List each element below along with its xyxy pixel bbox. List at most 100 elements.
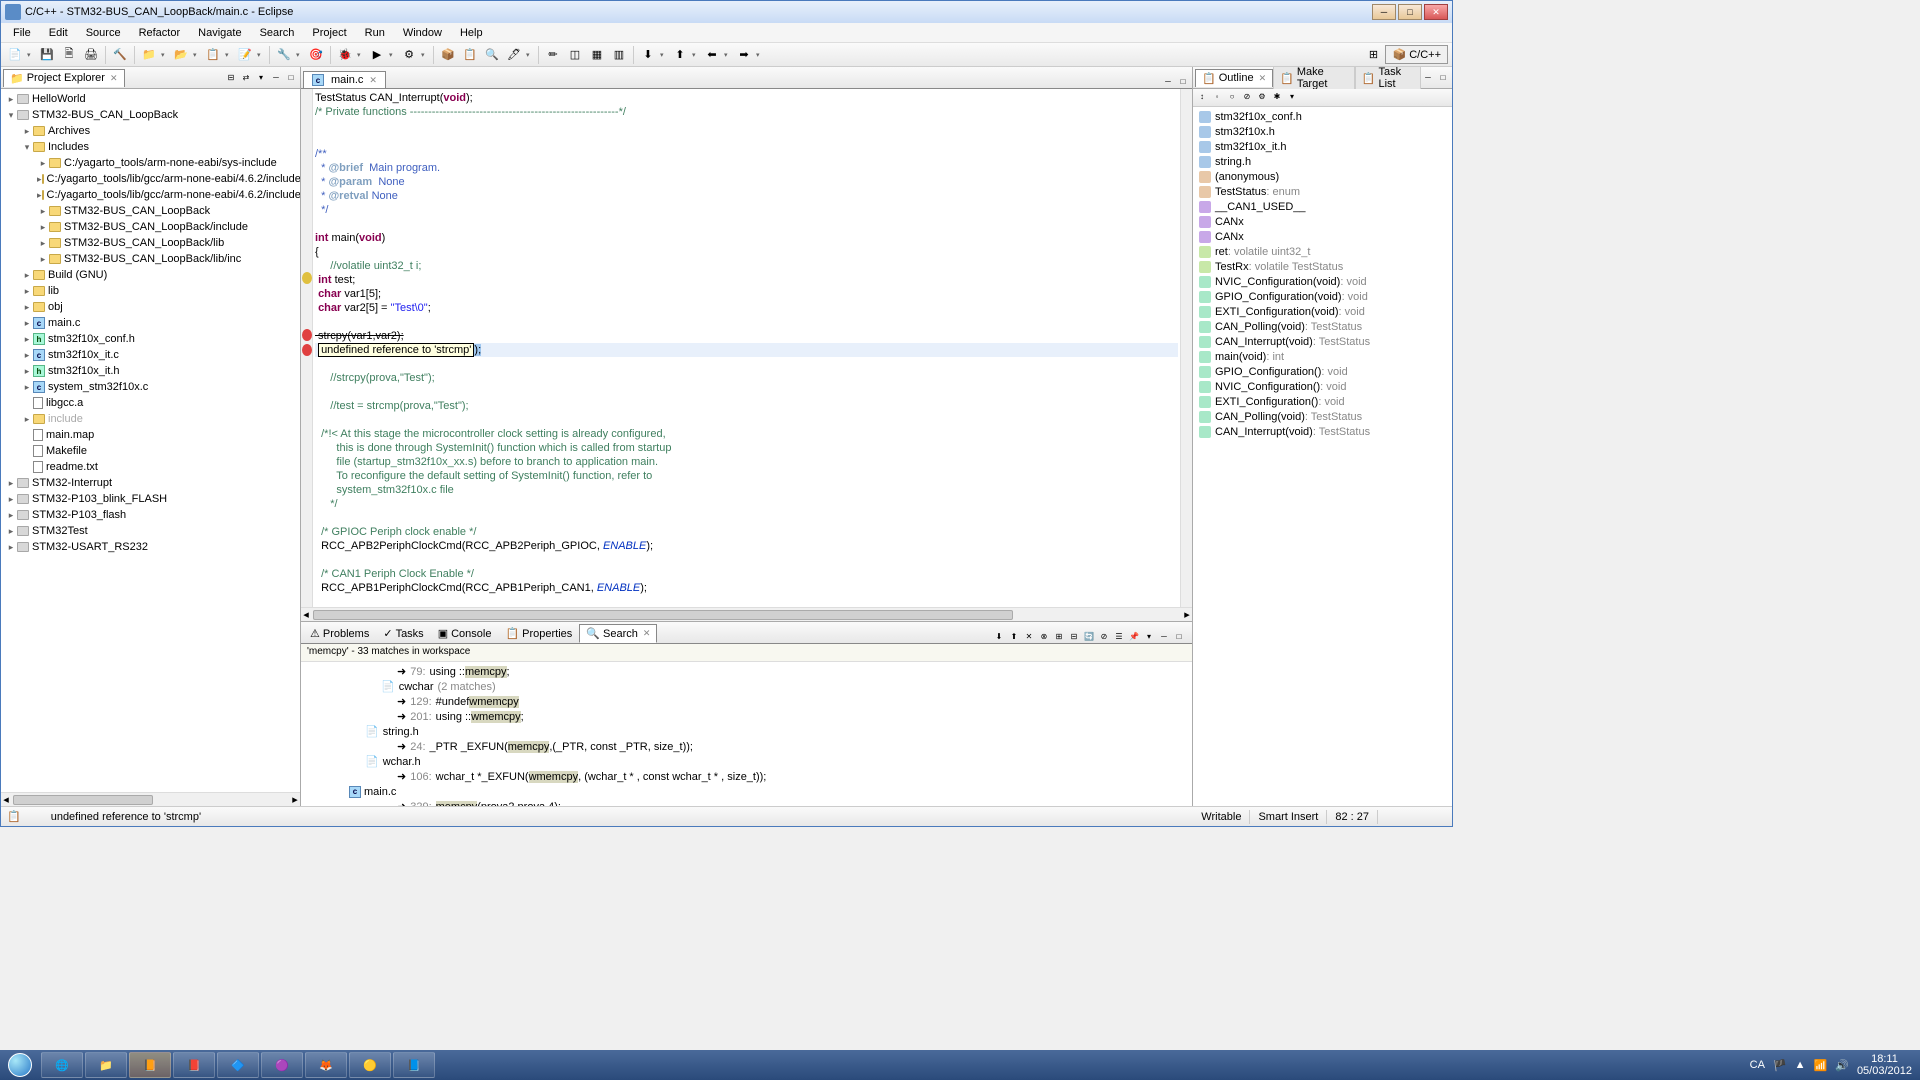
menu-help[interactable]: Help xyxy=(452,25,491,41)
tree-item[interactable]: ▸STM32Test xyxy=(1,523,300,539)
tree-item[interactable]: ▸cstm32f10x_it.c xyxy=(1,347,300,363)
tree-item[interactable]: ▸STM32-BUS_CAN_LoopBack/include xyxy=(1,219,300,235)
minimize-view-button[interactable]: ─ xyxy=(1157,629,1171,643)
maximize-view-button[interactable]: □ xyxy=(284,71,298,85)
run-search-button[interactable]: 🔄 xyxy=(1082,629,1096,643)
open-perspective-button[interactable]: ⊞ xyxy=(1363,45,1383,65)
outline-item[interactable]: CANx xyxy=(1193,214,1452,229)
perspective-cpp[interactable]: 📦 C/C++ xyxy=(1385,45,1448,64)
outline-item[interactable]: ret : volatile uint32_t xyxy=(1193,244,1452,259)
tree-item[interactable]: ▸obj xyxy=(1,299,300,315)
view-menu-button[interactable]: ▾ xyxy=(1142,629,1156,643)
outline-item[interactable]: stm32f10x_it.h xyxy=(1193,139,1452,154)
tree-item[interactable]: ▸C:/yagarto_tools/arm-none-eabi/sys-incl… xyxy=(1,155,300,171)
hide-fields-button[interactable]: ◦ xyxy=(1210,89,1224,103)
editor-gutter[interactable] xyxy=(301,89,313,607)
mark-button[interactable]: ✏ xyxy=(543,45,563,65)
outline-item[interactable]: CAN_Polling(void) : TestStatus xyxy=(1193,319,1452,334)
menu-file[interactable]: File xyxy=(5,25,39,41)
outline-item[interactable]: GPIO_Configuration(void) : void xyxy=(1193,289,1452,304)
search-result[interactable]: ➜201:using ::wmemcpy; xyxy=(301,709,1192,724)
open-element-button[interactable]: 🔍 xyxy=(482,45,502,65)
taskbar-app3[interactable]: 📘 xyxy=(393,1052,435,1078)
tray-flag-icon[interactable]: 🏴 xyxy=(1773,1059,1787,1072)
tree-item[interactable]: ▸csystem_stm32f10x.c xyxy=(1,379,300,395)
save-button[interactable]: 💾 xyxy=(37,45,57,65)
maximize-view-button[interactable]: □ xyxy=(1172,629,1186,643)
taskbar-ie[interactable]: 🌐 xyxy=(41,1052,83,1078)
open-type-button[interactable]: 📦 xyxy=(438,45,458,65)
search-result[interactable]: cmain.c xyxy=(301,784,1192,799)
pin-button[interactable]: 📌 xyxy=(1127,629,1141,643)
outline-item[interactable]: CAN_Interrupt(void) : TestStatus xyxy=(1193,424,1452,439)
bottom-tab-tasks[interactable]: ✓Tasks xyxy=(376,624,430,643)
search-button[interactable]: 🖊 xyxy=(504,45,524,65)
tree-item[interactable]: ▸Archives xyxy=(1,123,300,139)
bottom-tab-search[interactable]: 🔍Search✕ xyxy=(579,624,657,643)
tree-item[interactable]: main.map xyxy=(1,427,300,443)
search-results[interactable]: ➜79:using ::memcpy;📄cwchar(2 matches)➜12… xyxy=(301,662,1192,806)
hammer-button[interactable]: 🔧 xyxy=(274,45,294,65)
tree-item[interactable]: ▸cmain.c xyxy=(1,315,300,331)
outline-item[interactable]: GPIO_Configuration() : void xyxy=(1193,364,1452,379)
bottom-tab-properties[interactable]: 📋Properties xyxy=(498,624,579,643)
taskbar-app1[interactable]: 🔷 xyxy=(217,1052,259,1078)
minimize-view-button[interactable]: ─ xyxy=(269,71,283,85)
outline-item[interactable]: TestStatus : enum xyxy=(1193,184,1452,199)
back-button[interactable]: ⬅ xyxy=(702,45,722,65)
tree-item[interactable]: readme.txt xyxy=(1,459,300,475)
search-result[interactable]: ➜106:wchar_t *_EXFUN(wmemcpy, (wchar_t *… xyxy=(301,769,1192,784)
tree-item[interactable]: ▸C:/yagarto_tools/lib/gcc/arm-none-eabi/… xyxy=(1,171,300,187)
menu-refactor[interactable]: Refactor xyxy=(131,25,189,41)
menu-navigate[interactable]: Navigate xyxy=(190,25,249,41)
close-icon[interactable]: ✕ xyxy=(110,73,118,84)
ext-button[interactable]: ⚙ xyxy=(399,45,419,65)
outline-item[interactable]: stm32f10x.h xyxy=(1193,124,1452,139)
outline-item[interactable]: CANx xyxy=(1193,229,1452,244)
tree-item[interactable]: ▸include xyxy=(1,411,300,427)
tree-item[interactable]: ▸Build (GNU) xyxy=(1,267,300,283)
view-menu-button[interactable]: ▾ xyxy=(254,71,268,85)
outline-item[interactable]: CAN_Polling(void) : TestStatus xyxy=(1193,409,1452,424)
search-result[interactable]: ➜79:using ::memcpy; xyxy=(301,664,1192,679)
tray-action-icon[interactable]: ▲ xyxy=(1795,1059,1806,1071)
run-button[interactable]: ▶ xyxy=(367,45,387,65)
tree-item[interactable]: ▸STM32-BUS_CAN_LoopBack/lib/inc xyxy=(1,251,300,267)
project-explorer-tab[interactable]: 📁 Project Explorer ✕ xyxy=(3,69,125,87)
minimize-button[interactable]: ─ xyxy=(1372,4,1396,20)
sort-button[interactable]: ↕ xyxy=(1195,89,1209,103)
collapse-all-button[interactable]: ⊟ xyxy=(1067,629,1081,643)
tree-item[interactable]: ▸STM32-Interrupt xyxy=(1,475,300,491)
tray-clock[interactable]: 18:11 05/03/2012 xyxy=(1857,1053,1912,1077)
close-button[interactable]: ✕ xyxy=(1424,4,1448,20)
search-result[interactable]: ➜329:memcpy(prova2,prova,4); xyxy=(301,799,1192,806)
new-project-button[interactable]: 📁 xyxy=(139,45,159,65)
taskbar-adobe[interactable]: 📕 xyxy=(173,1052,215,1078)
outline-item[interactable]: main(void) : int xyxy=(1193,349,1452,364)
toggle-button[interactable]: ◫ xyxy=(565,45,585,65)
focus-button[interactable]: ✱ xyxy=(1270,89,1284,103)
expand-all-button[interactable]: ⊞ xyxy=(1052,629,1066,643)
outline-item[interactable]: CAN_Interrupt(void) : TestStatus xyxy=(1193,334,1452,349)
menu-run[interactable]: Run xyxy=(357,25,393,41)
search-result[interactable]: 📄string.h xyxy=(301,724,1192,739)
menu-search[interactable]: Search xyxy=(252,25,303,41)
link-editor-button[interactable]: ⇄ xyxy=(239,71,253,85)
outline-item[interactable]: string.h xyxy=(1193,154,1452,169)
close-icon[interactable]: ✕ xyxy=(369,75,377,86)
outline-item[interactable]: EXTI_Configuration(void) : void xyxy=(1193,304,1452,319)
remove-all-button[interactable]: ⊗ xyxy=(1037,629,1051,643)
taskbar-explorer[interactable]: 📁 xyxy=(85,1052,127,1078)
menu-edit[interactable]: Edit xyxy=(41,25,76,41)
new-class-button[interactable]: 📋 xyxy=(203,45,223,65)
tree-item[interactable]: ▸hstm32f10x_it.h xyxy=(1,363,300,379)
open-task-button[interactable]: 📋 xyxy=(460,45,480,65)
outline-tab-outline[interactable]: 📋Outline✕ xyxy=(1195,69,1273,87)
outline-item[interactable]: NVIC_Configuration() : void xyxy=(1193,379,1452,394)
project-tree[interactable]: ▸HelloWorld▾STM32-BUS_CAN_LoopBack▸Archi… xyxy=(1,89,300,792)
new-folder-button[interactable]: 📂 xyxy=(171,45,191,65)
maximize-view-button[interactable]: □ xyxy=(1436,71,1450,85)
outline-item[interactable]: NVIC_Configuration(void) : void xyxy=(1193,274,1452,289)
bottom-tab-console[interactable]: ▣Console xyxy=(431,624,499,643)
save-all-button[interactable]: 🗎 xyxy=(59,45,79,65)
